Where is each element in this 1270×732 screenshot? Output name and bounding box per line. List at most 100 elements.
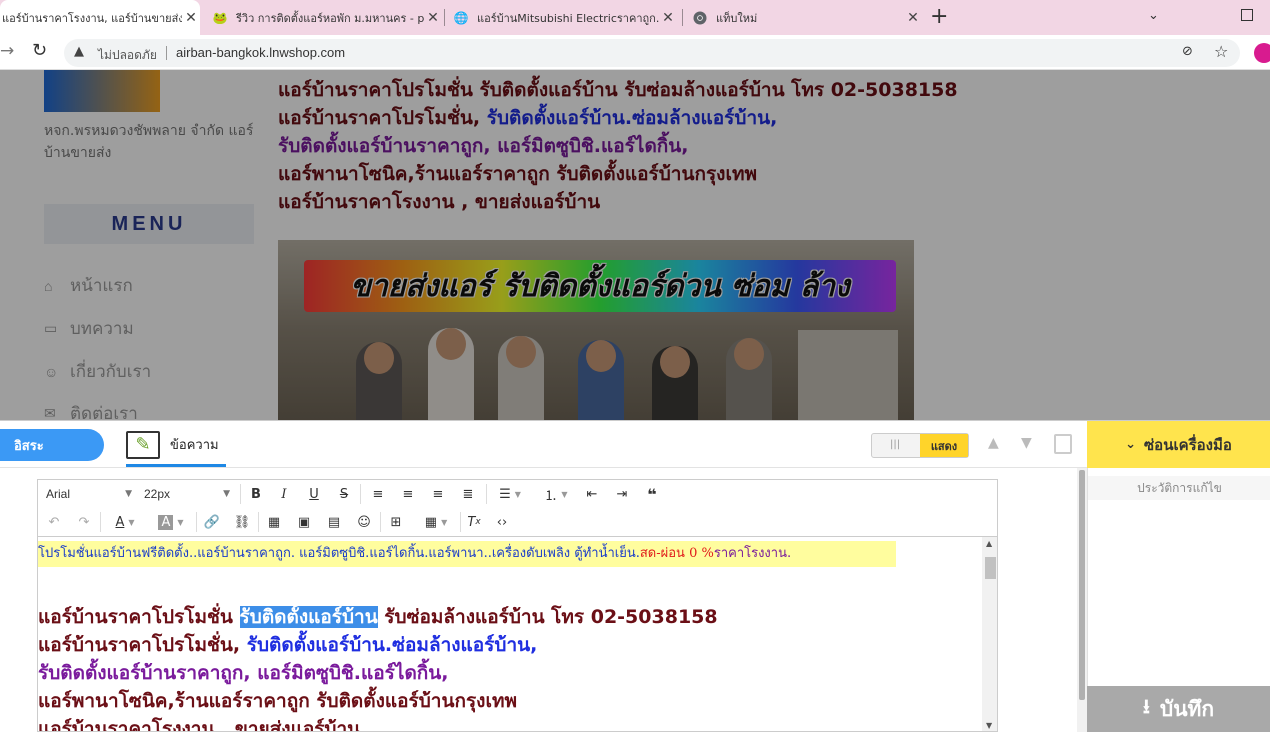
bold-icon[interactable]: B [244, 481, 268, 507]
link-icon[interactable]: 🔗 [200, 509, 224, 535]
selected-text: รับติดตั้งแอร์บ้าน [239, 606, 378, 628]
redo-icon[interactable]: ↷ [72, 509, 96, 535]
close-icon[interactable]: ✕ [182, 10, 200, 26]
sidebar-item-label: เกี่ยวกับเรา [70, 362, 152, 381]
toggle-show-label: แสดง [920, 434, 968, 457]
omnibox[interactable]: ▲ ไม่ปลอดภัย airban-bangkok.lnwshop.com … [64, 39, 1240, 67]
menu-title: MENU [111, 212, 187, 235]
emoji-icon[interactable]: ☺ [352, 509, 376, 535]
font-family-select[interactable]: Arial ▼ [42, 481, 136, 507]
editor-scrollbar[interactable]: ▲ ▼ [982, 537, 997, 731]
reload-icon[interactable]: ↻ [32, 40, 47, 61]
download-icon: ⭳ [1142, 694, 1150, 718]
body-line-2a: แอร์บ้านราคาโปรโมชั่น, [38, 634, 247, 656]
frog-icon: 🐸 [212, 10, 228, 25]
hide-tools-button[interactable]: ⌄ ซ่อนเครื่องมือ [1087, 421, 1270, 468]
save-label: บันทึก [1159, 696, 1215, 721]
headline-2: แอร์บ้านราคาโปรโมชั่น, รับติดตั้งแอร์บ้า… [278, 104, 777, 132]
tab-mitsubishi[interactable]: 🌐 แอร์บ้านMitsubishi Electricราคาถูก. ✕ [453, 0, 677, 35]
hide-tools-label: ซ่อนเครื่องมือ [1144, 435, 1232, 454]
address-bar-row: → ↻ ▲ ไม่ปลอดภัย airban-bangkok.lnwshop.… [0, 35, 1270, 70]
outdent-icon[interactable]: ⇤ [580, 481, 604, 507]
tab-message[interactable]: ✎ ข้อความ [126, 425, 226, 467]
body-line-2b: รับติดตั้งแอร์บ้าน.ซ่อมล้างแอร์บ้าน, [246, 634, 538, 656]
move-down-icon[interactable]: ▼ [1021, 435, 1032, 451]
unlink-icon[interactable]: ⛓ [230, 509, 254, 535]
tab-newtab[interactable]: แท็บใหม่ ✕ [692, 0, 922, 35]
trash-icon[interactable] [1054, 434, 1072, 454]
eye-slash-icon[interactable]: ⊘ [1182, 44, 1193, 59]
font-size-select[interactable]: 22px ▼ [140, 481, 234, 507]
headline-5: แอร์บ้านราคาโรงงาน , ขายส่งแอร์บ้าน [278, 191, 601, 213]
promo-text-b: สด-ผ่อน 0 % [639, 546, 714, 561]
scroll-down-icon[interactable]: ▼ [986, 721, 992, 730]
special-char-icon[interactable]: ⊞ [384, 509, 408, 535]
editor-header: อิสระ ✎ ข้อความ ||| แสดง ▲ ▼ [0, 421, 1087, 468]
book-icon: ▭ [44, 320, 58, 336]
security-label: ไม่ปลอดภัย [98, 48, 157, 62]
sidebar-item-contact[interactable]: ✉ ติดต่อเรา [44, 400, 138, 420]
save-button[interactable]: ⭳ บันทึก [1087, 686, 1270, 732]
sidebar-item-home[interactable]: ⌂ หน้าแรก [44, 272, 133, 299]
close-icon[interactable]: ✕ [659, 10, 677, 26]
bullet-list-icon[interactable]: ☰ ▼ [490, 481, 530, 507]
panel-scrollbar[interactable] [1077, 468, 1087, 732]
font-family-value: Arial [46, 487, 71, 501]
url-text: airban-bangkok.lnwshop.com [176, 45, 346, 60]
forward-arrow-icon[interactable]: → [0, 41, 14, 61]
image-icon[interactable]: ▣ [292, 509, 316, 535]
free-mode-button[interactable]: อิสระ [0, 429, 104, 461]
headline-2b: รับติดตั้งแอร์บ้าน.ซ่อมล้างแอร์บ้าน, [486, 107, 778, 129]
video-icon[interactable]: ▤ [322, 509, 346, 535]
restore-window-icon[interactable] [1241, 9, 1253, 21]
new-tab-button[interactable]: + [930, 4, 948, 29]
promo-text-c: ราคาโรงงาน. [713, 546, 792, 561]
tab-title: แอร์บ้านราคาโรงงาน, แอร์บ้านขายส่ง, แ [2, 11, 182, 25]
blockquote-icon[interactable]: ❝ [640, 481, 664, 507]
home-icon: ⌂ [44, 277, 53, 294]
clear-format-icon[interactable]: Tx [462, 509, 486, 535]
align-left-icon[interactable]: ≡ [366, 481, 390, 507]
close-icon[interactable]: ✕ [424, 10, 442, 26]
history-title: ประวัติการแก้ไข [1088, 476, 1270, 500]
body-line-4: แอร์พานาโซนิค,ร้านแอร์ราคาถูก รับติดตั้ง… [38, 690, 517, 712]
show-toggle[interactable]: ||| แสดง [871, 433, 969, 458]
align-justify-icon[interactable]: ≣ [456, 481, 480, 507]
strikethrough-icon[interactable]: S [332, 481, 356, 507]
close-icon[interactable]: ✕ [904, 10, 922, 26]
align-right-icon[interactable]: ≡ [426, 481, 450, 507]
url-divider [166, 46, 167, 60]
italic-icon[interactable]: I [272, 481, 296, 507]
background-color-icon[interactable]: A ▼ [152, 509, 190, 535]
editor-body[interactable]: โปรโมชั่นแอร์บ้านฟรีติดตั้ง..แอร์บ้านราค… [37, 537, 998, 732]
sidebar-item-articles[interactable]: ▭ บทความ [44, 315, 134, 342]
star-icon[interactable]: ☆ [1214, 42, 1228, 61]
promo-text-a: โปรโมชั่นแอร์บ้านฟรีติดตั้ง..แอร์บ้านราค… [38, 546, 640, 561]
indent-icon[interactable]: ⇥ [610, 481, 634, 507]
sidebar-item-label: บทความ [70, 319, 134, 338]
align-center-icon[interactable]: ≡ [396, 481, 420, 507]
menu-box: MENU [44, 204, 254, 244]
avatar[interactable] [1254, 43, 1270, 63]
text-color-icon[interactable]: A ▼ [106, 509, 144, 535]
move-up-icon[interactable]: ▲ [988, 435, 999, 451]
sidebar-item-about[interactable]: ☺ เกี่ยวกับเรา [44, 358, 151, 385]
image-gallery-icon[interactable]: ▦ [262, 509, 286, 535]
chevron-down-icon[interactable]: ⌄ [1148, 8, 1159, 23]
browser-tab-bar: แอร์บ้านราคาโรงงาน, แอร์บ้านขายส่ง, แ ✕ … [0, 0, 1270, 35]
smile-icon: ☺ [44, 363, 59, 380]
tab-airban[interactable]: แอร์บ้านราคาโรงงาน, แอร์บ้านขายส่ง, แ ✕ [0, 0, 200, 35]
tab-title: แอร์บ้านMitsubishi Electricราคาถูก. [477, 11, 659, 25]
scroll-up-icon[interactable]: ▲ [986, 539, 992, 548]
numbered-list-icon[interactable]: ⒈ ▼ [536, 481, 576, 507]
undo-icon[interactable]: ↶ [42, 509, 66, 535]
caret-icon: ▼ [223, 489, 230, 499]
underline-icon[interactable]: U [302, 481, 326, 507]
chevron-down-icon: ⌄ [1125, 437, 1136, 452]
tab-review[interactable]: 🐸 รีวิว การติดตั้งแอร์หอพัก ม.มหานคร - p… [212, 0, 442, 35]
sidebar: หจก.พรหมดวงชัพพลาย จำกัด แอร์บ้านขายส่ง … [0, 70, 278, 420]
free-mode-label: อิสระ [14, 438, 44, 454]
headline-2a: แอร์บ้านราคาโปรโมชั่น, [278, 107, 487, 129]
source-code-icon[interactable]: ‹› [490, 509, 514, 535]
table-icon[interactable]: ▦ ▼ [416, 509, 456, 535]
